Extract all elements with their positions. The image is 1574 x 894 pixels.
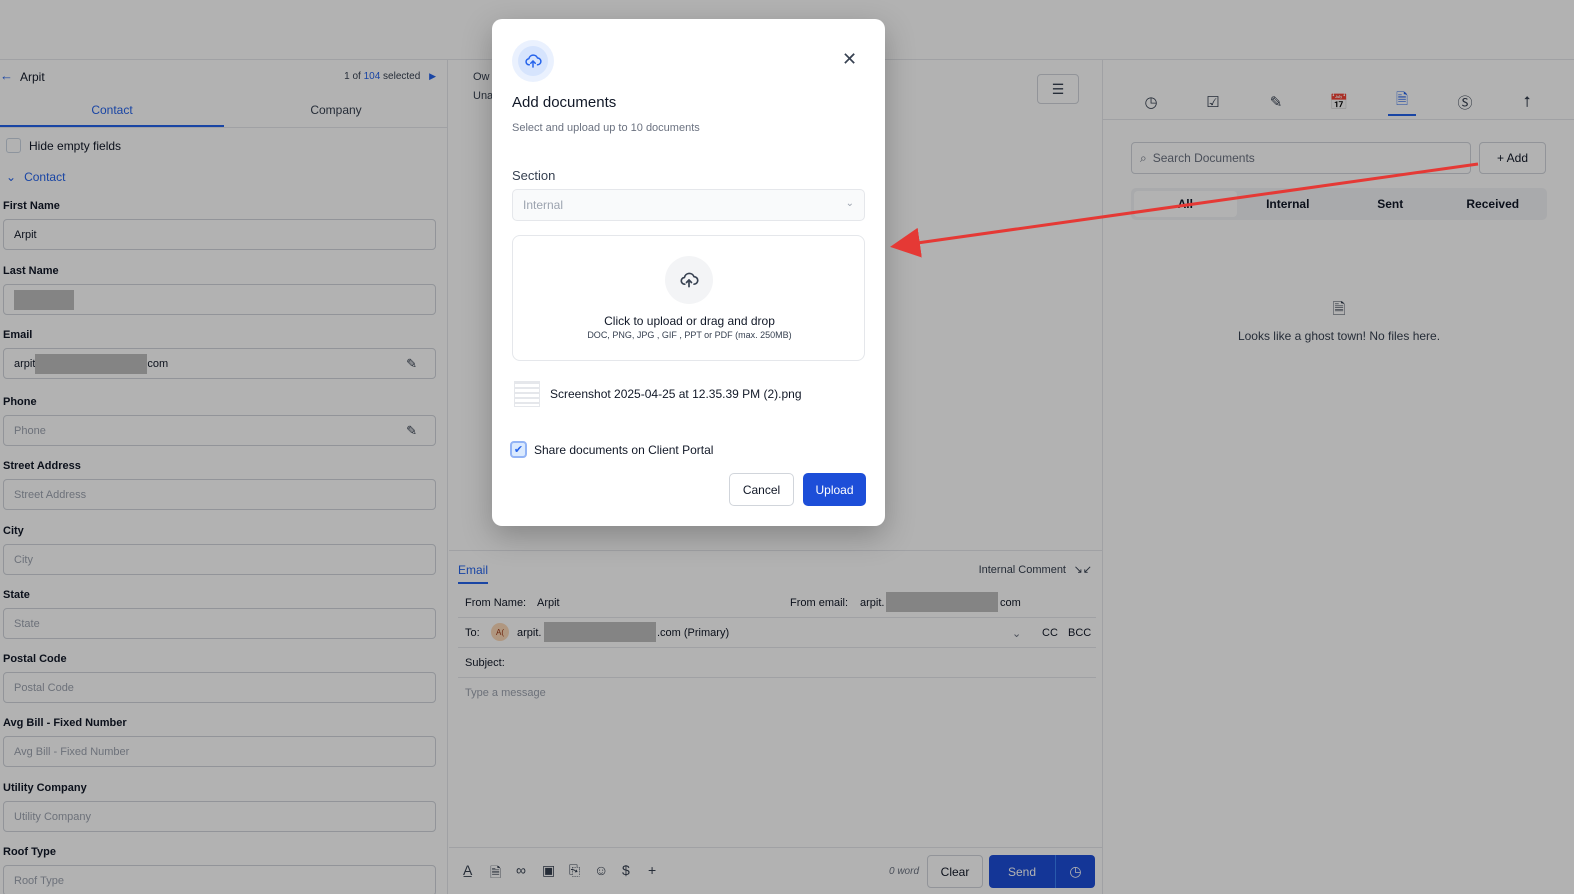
add-documents-modal: ✕ Add documents Select and upload up to …: [492, 19, 885, 526]
section-label: Section: [512, 168, 556, 183]
section-value: Internal: [523, 198, 564, 212]
file-dropzone[interactable]: Click to upload or drag and drop DOC, PN…: [512, 235, 865, 361]
modal-subtitle: Select and upload up to 10 documents: [512, 122, 700, 134]
chevron-down-icon: ⌄: [845, 198, 854, 209]
share-client-portal-toggle[interactable]: ✔ Share documents on Client Portal: [510, 441, 713, 458]
cloud-upload-icon: [665, 256, 713, 304]
share-label: Share documents on Client Portal: [534, 442, 714, 457]
section-select[interactable]: Internal ⌄: [512, 189, 865, 221]
cloud-upload-icon: [518, 46, 548, 76]
dropzone-title: Click to upload or drag and drop: [604, 314, 775, 328]
upload-badge: [512, 40, 554, 82]
close-icon[interactable]: ✕: [842, 49, 857, 70]
cancel-button[interactable]: Cancel: [729, 473, 794, 506]
share-checkbox[interactable]: ✔: [510, 441, 527, 458]
dropzone-hint: DOC, PNG, JPG , GIF , PPT or PDF (max. 2…: [587, 330, 792, 340]
modal-title: Add documents: [512, 94, 617, 111]
selected-file: Screenshot 2025-04-25 at 12.35.39 PM (2)…: [514, 381, 802, 407]
upload-button[interactable]: Upload: [803, 473, 866, 506]
file-thumbnail: [514, 381, 540, 407]
file-name: Screenshot 2025-04-25 at 12.35.39 PM (2)…: [550, 387, 802, 401]
